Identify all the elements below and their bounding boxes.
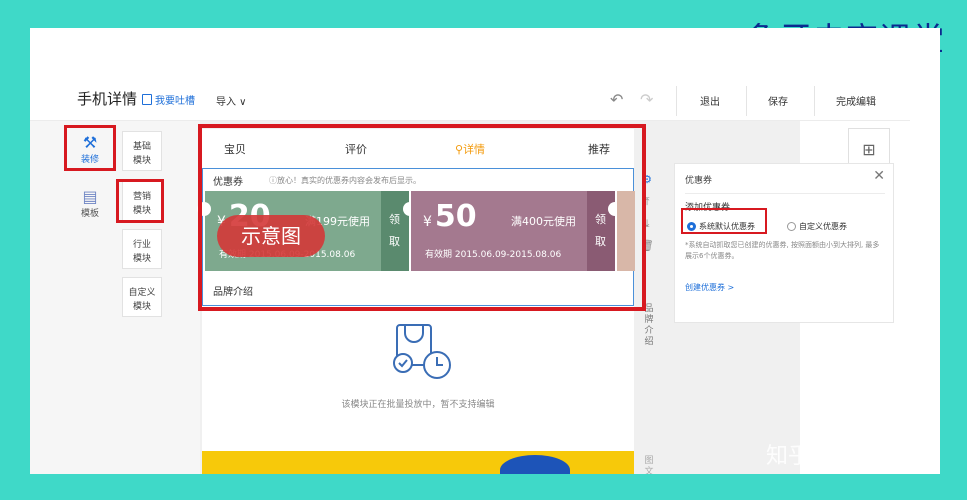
radio-unchecked-icon [787,222,796,231]
rail-tab-label: 模板 [80,209,99,219]
module-label: 行业 模块 [132,240,151,264]
module-basic[interactable]: 基础 模块 [122,131,162,171]
highlight-marketing [116,179,164,223]
module-label: 自定义 模块 [128,288,156,312]
page-title: 手机详情 [77,90,138,108]
panel-divider [685,193,885,194]
module-label: 基础 模块 [132,142,151,166]
import-dropdown[interactable]: 导入 ∨ [216,93,247,108]
footer-watermark: 知乎 @sunny [766,444,906,469]
panel-note: *系统自动抓取您已创建的优惠券, 按照面额由小到大排列, 最多展示6个优惠券。 [685,241,880,260]
module-side-label-2: 图 文 [644,456,654,474]
radio-custom-coupon[interactable]: 自定义优惠券 [787,221,847,232]
redo-icon[interactable]: ↷ [640,90,653,109]
top-toolbar: 手机详情 我要吐槽 导入 ∨ ↶ ↷ 退出 保存 完成编辑 [30,28,940,120]
feedback-icon [142,94,152,105]
finish-edit-button[interactable]: 完成编辑 [836,93,876,108]
highlight-decorate [64,125,116,171]
undo-icon[interactable]: ↶ [610,90,623,109]
feedback-link[interactable]: 我要吐槽 [142,92,195,107]
module-custom[interactable]: 自定义 模块 [122,277,162,317]
divider [814,86,815,116]
coupon-settings-panel: 优惠券 ✕ 添加优惠券 系统默认优惠券 自定义优惠券 *系统自动抓取您已创建的优… [674,163,894,323]
batch-message: 该模块正在批量投放中，暂不支持编辑 [341,400,495,410]
template-icon: ▤ [82,187,98,206]
create-coupon-link[interactable]: 创建优惠券 > [685,282,734,293]
feedback-label: 我要吐槽 [155,96,195,107]
save-button[interactable]: 保存 [768,93,788,108]
module-industry[interactable]: 行业 模块 [122,229,162,269]
highlight-default-coupon [681,208,767,234]
left-rail: ⚒ 装修 ▤ 模板 基础 模块 营销 模块 行业 模块 自定义 模块 [30,121,200,474]
editor-window: 手机详情 我要吐槽 导入 ∨ ↶ ↷ 退出 保存 完成编辑 ⚒ 装修 ▤ 模板 … [30,28,940,474]
batch-delivery-icon [393,324,451,379]
radio-label: 自定义优惠券 [799,222,847,231]
rail-tab-template[interactable]: ▤ 模板 [70,187,110,219]
panel-title: 优惠券 [685,176,713,186]
divider [746,86,747,116]
close-icon[interactable]: ✕ [873,168,885,184]
divider [676,86,677,116]
highlight-coupon-module [198,124,646,311]
exit-button[interactable]: 退出 [700,93,720,108]
